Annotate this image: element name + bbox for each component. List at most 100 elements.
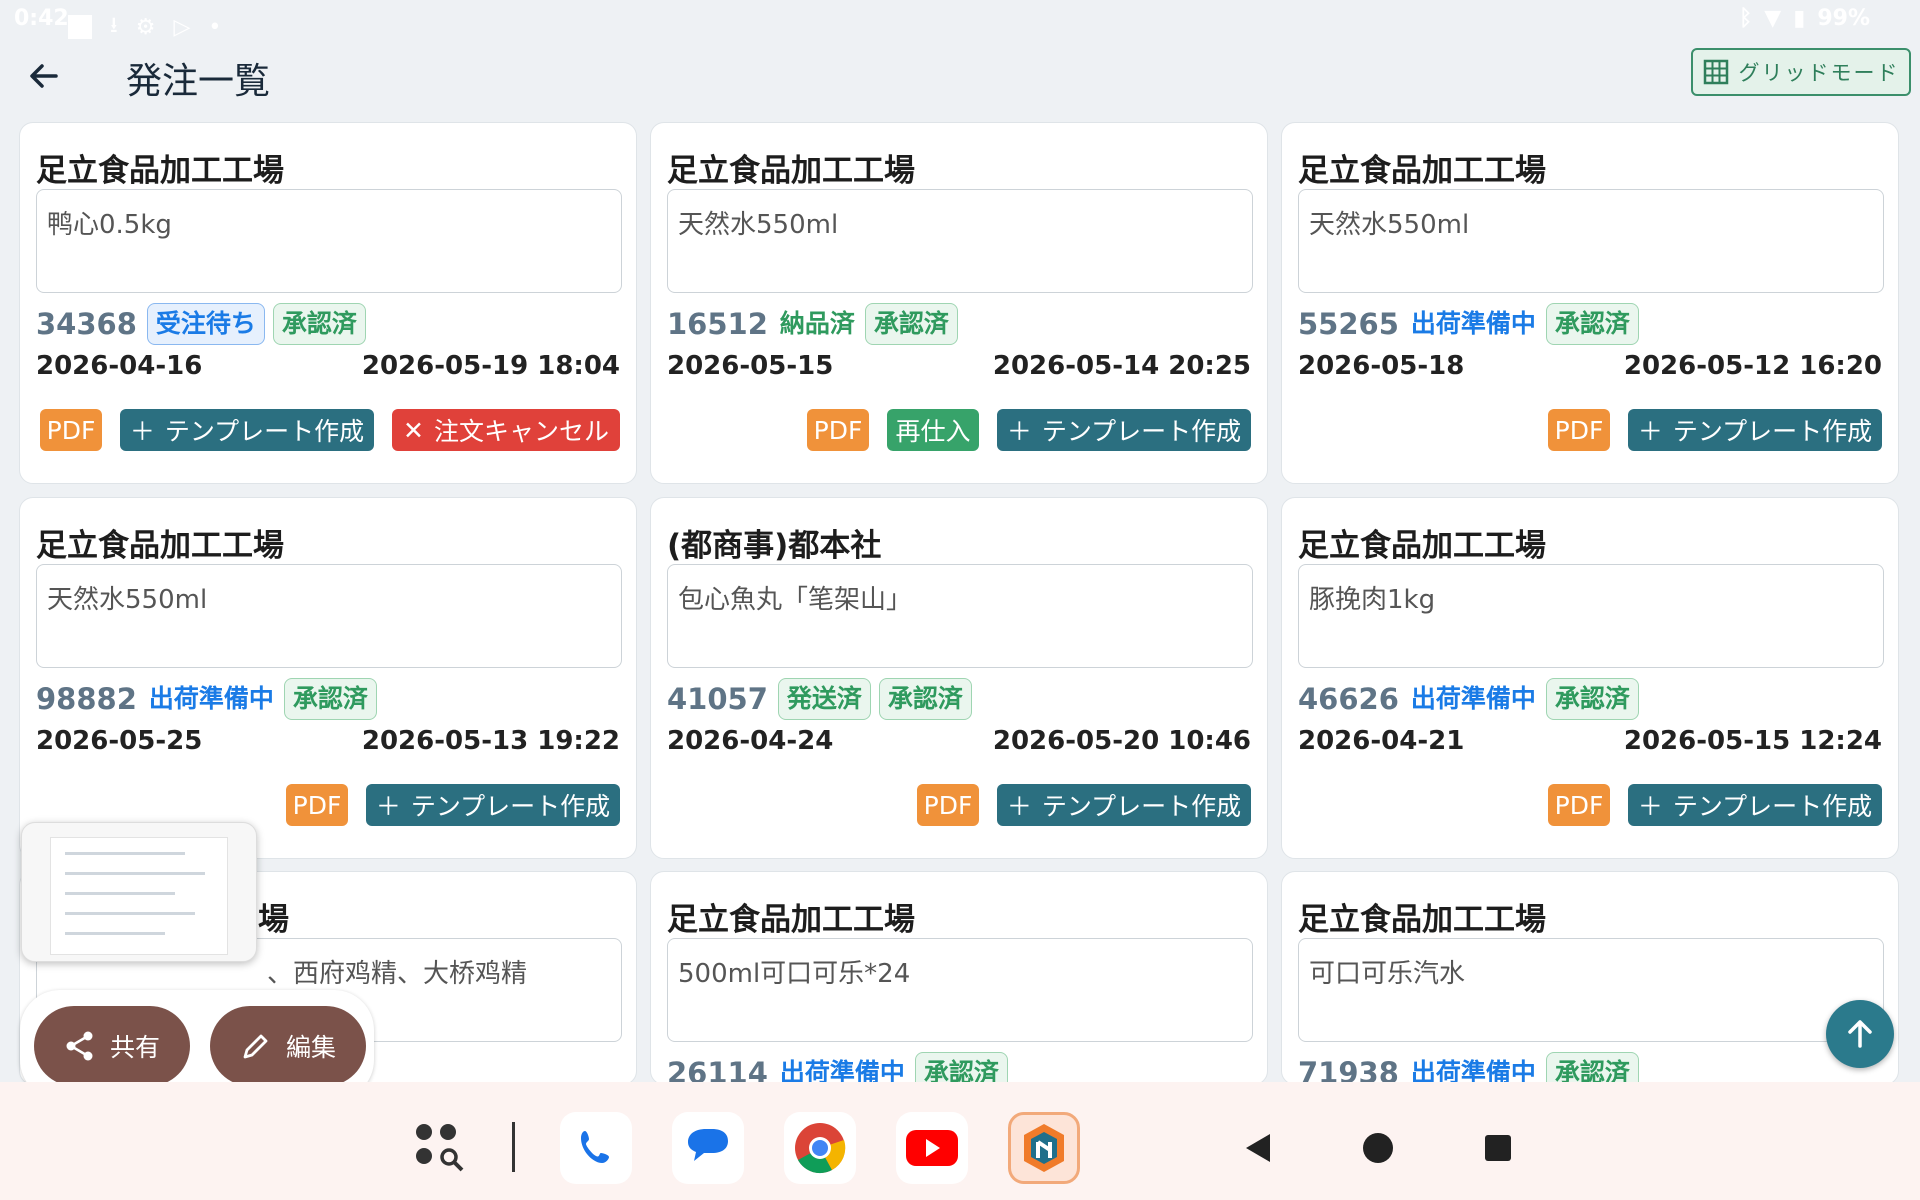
order-card[interactable]: 足立食品加工工場 500ml可口可乐*24 26114 出荷準備中 承認済 (650, 871, 1268, 1085)
order-datetime: 2026-05-14 20:25 (992, 351, 1251, 381)
order-number: 41057 (667, 682, 768, 716)
play-store-icon: ▷ (173, 14, 191, 40)
order-card[interactable]: 足立食品加工工場 天然水550ml 98882 出荷準備中 承認済 2026-0… (19, 497, 637, 859)
memo-field[interactable]: 天然水550ml (36, 564, 622, 668)
close-icon: ✕ (403, 415, 424, 445)
app-drawer-search-icon[interactable] (404, 1112, 476, 1184)
arrow-up-icon (1848, 1020, 1872, 1048)
memo-field[interactable]: 包心魚丸「笔架山」 (667, 564, 1253, 668)
supplier-name: 足立食品加工工場 (1298, 528, 1546, 564)
edit-button[interactable]: 編集 (210, 1006, 366, 1086)
status-badge: 発送済 (777, 678, 871, 720)
cancel-order-button[interactable]: ✕ 注文キャンセル (392, 409, 620, 451)
memo-field[interactable]: 天然水550ml (1298, 189, 1884, 293)
chrome-app-icon[interactable] (784, 1112, 856, 1184)
supplier-name: (都商事)都本社 (667, 528, 882, 564)
order-number: 46626 (1298, 682, 1399, 716)
nav-home-icon[interactable] (1360, 1130, 1396, 1166)
order-number: 26114 (667, 1056, 768, 1085)
template-create-button[interactable]: ＋ テンプレート作成 (997, 784, 1251, 826)
memo-field[interactable]: 天然水550ml (667, 189, 1253, 293)
order-card[interactable]: 足立食品加工工場 天然水550ml 16512 納品済 承認済 2026-05-… (650, 122, 1268, 484)
status-bar: 0:42 ⭳ ⚙ ▷ • ᛒ ▼ ▮ 99% (0, 0, 1920, 40)
repurchase-button[interactable]: 再仕入 (887, 409, 979, 451)
delivery-date: 2026-05-18 (1298, 351, 1465, 381)
delivery-date: 2026-05-25 (36, 726, 203, 756)
order-datetime: 2026-05-13 19:22 (361, 726, 620, 756)
youtube-app-icon[interactable] (896, 1112, 968, 1184)
template-create-button[interactable]: ＋ テンプレート作成 (1628, 784, 1882, 826)
template-label: テンプレート作成 (1672, 792, 1873, 821)
order-datetime: 2026-05-19 18:04 (361, 351, 620, 381)
plus-icon: ＋ (1637, 792, 1663, 821)
status-badge: 出荷準備中 (1410, 1058, 1536, 1085)
supplier-name: 場 (258, 902, 289, 938)
supplier-name: 足立食品加工工場 (36, 153, 284, 189)
pencil-icon (243, 1034, 268, 1059)
memo-field[interactable]: 鸭心0.5kg (36, 189, 622, 293)
grid-mode-label: グリッドモード (1738, 61, 1900, 85)
grid-icon (1703, 59, 1728, 85)
plus-icon: ＋ (375, 792, 401, 821)
back-arrow-icon[interactable] (26, 58, 70, 102)
status-badge: 出荷準備中 (1410, 684, 1536, 713)
template-create-button[interactable]: ＋ テンプレート作成 (120, 409, 374, 451)
plus-icon: ＋ (1006, 417, 1032, 446)
delivery-date: 2026-04-21 (1298, 726, 1465, 756)
memo-field[interactable]: 豚挽肉1kg (1298, 564, 1884, 668)
share-button[interactable]: 共有 (34, 1006, 190, 1086)
plus-icon: ＋ (129, 417, 155, 446)
app-bar: 発注一覧 グリッドモード (0, 40, 1920, 102)
scroll-to-top-button[interactable] (1826, 1000, 1894, 1068)
battery-percent: 99% (1817, 6, 1870, 31)
plus-icon: ＋ (1637, 417, 1663, 446)
nav-back-icon[interactable] (1240, 1130, 1276, 1166)
order-card[interactable]: (都商事)都本社 包心魚丸「笔架山」 41057 発送済 承認済 2026-04… (650, 497, 1268, 859)
notification-square-icon (68, 15, 92, 39)
pdf-button[interactable]: PDF (286, 784, 348, 826)
pdf-button[interactable]: PDF (807, 409, 869, 451)
supplier-name: 足立食品加工工場 (667, 153, 915, 189)
template-create-button[interactable]: ＋ テンプレート作成 (997, 409, 1251, 451)
order-number: 98882 (36, 682, 137, 716)
order-card[interactable]: 足立食品加工工場 可口可乐汽水 71938 出荷準備中 承認済 (1281, 871, 1899, 1085)
edit-label: 編集 (285, 1033, 336, 1062)
status-badge: 受注待ち (146, 303, 265, 345)
template-label: テンプレート作成 (1041, 417, 1242, 446)
page-title: 発注一覧 (126, 61, 271, 102)
nav-recents-icon[interactable] (1480, 1130, 1516, 1166)
pdf-button[interactable]: PDF (1548, 409, 1610, 451)
ordering-app-icon[interactable] (1008, 1112, 1080, 1184)
pdf-button[interactable]: PDF (1548, 784, 1610, 826)
order-card[interactable]: 足立食品加工工場 鸭心0.5kg 34368 受注待ち 承認済 2026-04-… (19, 122, 637, 484)
screenshot-thumbnail[interactable] (21, 822, 257, 962)
phone-app-icon[interactable] (560, 1112, 632, 1184)
order-datetime: 2026-05-15 12:24 (1623, 726, 1882, 756)
approval-badge: 承認済 (864, 303, 958, 345)
order-number: 16512 (667, 307, 768, 341)
share-icon (66, 1031, 93, 1061)
order-card[interactable]: 足立食品加工工場 豚挽肉1kg 46626 出荷準備中 承認済 2026-04-… (1281, 497, 1899, 859)
supplier-name: 足立食品加工工場 (36, 528, 284, 564)
share-label: 共有 (109, 1033, 160, 1062)
pdf-button[interactable]: PDF (40, 409, 102, 451)
template-create-button[interactable]: ＋ テンプレート作成 (1628, 409, 1882, 451)
bluetooth-icon: ᛒ (1739, 6, 1753, 31)
order-card[interactable]: 足立食品加工工場 天然水550ml 55265 出荷準備中 承認済 2026-0… (1281, 122, 1899, 484)
clock: 0:42 (14, 6, 69, 31)
template-label: テンプレート作成 (1672, 417, 1873, 446)
approval-badge: 承認済 (878, 678, 972, 720)
template-label: テンプレート作成 (410, 792, 611, 821)
approval-badge: 承認済 (914, 1052, 1008, 1084)
status-badge: 出荷準備中 (1410, 309, 1536, 338)
delivery-date: 2026-04-16 (36, 351, 203, 381)
grid-mode-button[interactable]: グリッドモード (1691, 48, 1911, 96)
dot-icon: • (208, 14, 222, 40)
dock-divider (512, 1122, 515, 1172)
memo-field[interactable]: 500ml可口可乐*24 (667, 938, 1253, 1042)
messages-app-icon[interactable] (672, 1112, 744, 1184)
template-label: テンプレート作成 (1041, 792, 1242, 821)
memo-field[interactable]: 可口可乐汽水 (1298, 938, 1884, 1042)
pdf-button[interactable]: PDF (917, 784, 979, 826)
template-create-button[interactable]: ＋ テンプレート作成 (366, 784, 620, 826)
